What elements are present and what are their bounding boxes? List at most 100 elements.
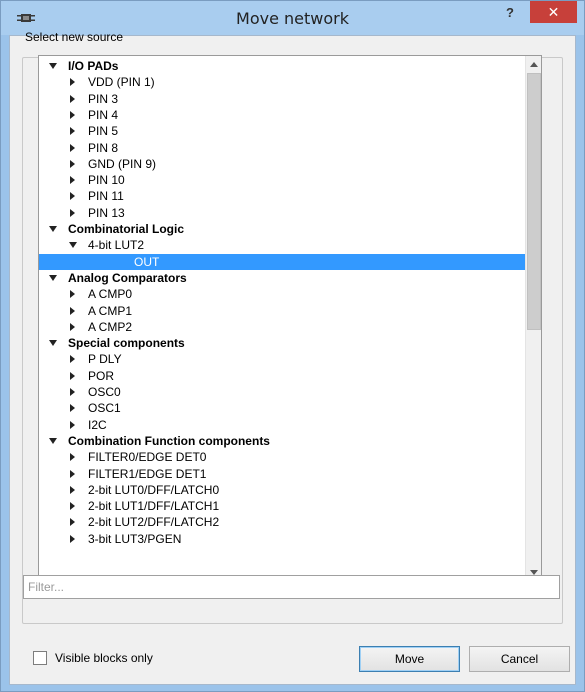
tree-item-label: Combination Function components	[68, 433, 270, 448]
collapsed-arrow-icon[interactable]	[70, 127, 75, 136]
expanded-arrow-icon[interactable]	[49, 63, 57, 69]
filter-input[interactable]	[23, 575, 560, 599]
tree-item[interactable]: 2-bit LUT1/DFF/LATCH1	[39, 498, 525, 514]
tree-item[interactable]: PIN 3	[39, 91, 525, 107]
collapsed-arrow-icon[interactable]	[70, 192, 75, 201]
tree-item-label: PIN 5	[88, 124, 119, 139]
collapsed-arrow-icon[interactable]	[70, 176, 75, 185]
tree-item[interactable]: 3-bit LUT3/PGEN	[39, 531, 525, 547]
tree-item-label: PIN 11	[88, 189, 124, 204]
tree-item-label: OSC0	[88, 385, 121, 399]
tree-item[interactable]: A CMP1	[39, 303, 525, 319]
tree-item[interactable]: FILTER0/EDGE DET0	[39, 449, 525, 465]
tree-item[interactable]: OUT	[39, 253, 525, 270]
tree-item[interactable]: POR	[39, 368, 525, 384]
collapsed-arrow-icon[interactable]	[70, 502, 75, 511]
scroll-thumb[interactable]	[527, 73, 541, 330]
collapsed-arrow-icon[interactable]	[70, 143, 75, 152]
tree-item-label: PIN 10	[88, 173, 125, 188]
tree-item[interactable]: A CMP0	[39, 286, 525, 302]
collapsed-arrow-icon[interactable]	[70, 322, 75, 331]
tree-item-label: FILTER0/EDGE DET0	[88, 450, 207, 465]
move-button[interactable]: Move	[359, 646, 460, 672]
tree-item[interactable]: OSC1	[39, 400, 525, 416]
tree-item-label: PIN 8	[88, 140, 119, 155]
tree-item[interactable]: PIN 8	[39, 140, 525, 156]
collapsed-arrow-icon[interactable]	[70, 159, 75, 168]
tree-item-label: 2-bit LUT0/DFF/LATCH0	[88, 482, 220, 497]
tree-item[interactable]: 2-bit LUT0/DFF/LATCH0	[39, 482, 525, 498]
expanded-arrow-icon[interactable]	[49, 226, 57, 232]
tree-item-label: VDD (PIN 1)	[88, 75, 155, 90]
collapsed-arrow-icon[interactable]	[70, 453, 75, 462]
tree-item[interactable]: Combination Function components	[39, 433, 525, 449]
tree-item[interactable]: OSC0	[39, 384, 525, 400]
tree-item[interactable]: I/O PADs	[39, 58, 525, 74]
tree-item[interactable]: PIN 4	[39, 107, 525, 123]
tree-item-label: FILTER1/EDGE DET1	[88, 466, 207, 481]
collapsed-arrow-icon[interactable]	[70, 306, 75, 315]
collapsed-arrow-icon[interactable]	[70, 94, 75, 103]
tree-item[interactable]: PIN 5	[39, 123, 525, 139]
scroll-up-arrow-icon[interactable]	[526, 56, 541, 73]
collapsed-arrow-icon[interactable]	[70, 420, 75, 429]
tree-item[interactable]: PIN 10	[39, 172, 525, 188]
tree-item-label: POR	[88, 368, 115, 383]
tree-item[interactable]: VDD (PIN 1)	[39, 74, 525, 90]
expanded-arrow-icon[interactable]	[49, 340, 57, 347]
tree-item[interactable]: I2C	[39, 417, 525, 433]
tree-item[interactable]: GND (PIN 9)	[39, 156, 525, 172]
group-label: Select new source	[25, 30, 124, 44]
tree-item[interactable]: PIN 11	[39, 188, 525, 204]
collapsed-arrow-icon[interactable]	[70, 469, 75, 478]
tree-item-label: PIN 13	[88, 205, 125, 220]
collapsed-arrow-icon[interactable]	[70, 534, 75, 543]
collapsed-arrow-icon[interactable]	[70, 371, 75, 380]
tree-item[interactable]: PIN 13	[39, 205, 525, 221]
tree-item-label: A CMP2	[88, 319, 133, 334]
tree-item-label: PIN 4	[88, 107, 119, 122]
expanded-arrow-icon[interactable]	[69, 242, 77, 249]
tree-item-label: 3-bit LUT3/PGEN	[88, 531, 182, 546]
tree-scrollbar[interactable]	[525, 56, 541, 581]
move-network-dialog: Move network ? ✕ Select new source I/O P…	[0, 0, 585, 692]
tree-item[interactable]: Special components	[39, 335, 525, 351]
tree-item[interactable]: P DLY	[39, 351, 525, 367]
tree-item-label: PIN 3	[88, 91, 119, 106]
tree-item-label: Analog Comparators	[68, 270, 187, 285]
tree-item-label: Combinatorial Logic	[68, 222, 185, 236]
collapsed-arrow-icon[interactable]	[70, 355, 75, 364]
collapsed-arrow-icon[interactable]	[70, 404, 75, 413]
collapsed-arrow-icon[interactable]	[70, 110, 75, 119]
tree-item-label: OSC1	[88, 401, 121, 416]
tree-item[interactable]: FILTER1/EDGE DET1	[39, 466, 525, 482]
tree-item-label: 2-bit LUT1/DFF/LATCH1	[88, 499, 220, 514]
help-button[interactable]: ?	[495, 1, 525, 25]
close-button[interactable]: ✕	[530, 1, 577, 23]
collapsed-arrow-icon[interactable]	[70, 290, 75, 299]
tree-item-label: A CMP0	[88, 287, 133, 302]
tree-item-label: I2C	[88, 417, 107, 432]
tree-item-label: I/O PADs	[68, 59, 119, 73]
source-tree[interactable]: I/O PADs VDD (PIN 1) PIN 3 PIN 4 PIN 5 PIN 8G…	[38, 55, 542, 582]
tree-item-label: 2-bit LUT2/DFF/LATCH2	[88, 515, 220, 530]
tree-item-label: GND (PIN 9)	[88, 156, 157, 171]
tree-item-label: 4-bit LUT2	[88, 238, 145, 253]
expanded-arrow-icon[interactable]	[49, 437, 57, 444]
tree-item[interactable]: Analog Comparators	[39, 270, 525, 286]
tree-item[interactable]: Combinatorial Logic	[39, 221, 525, 237]
tree-item-label: P DLY	[88, 352, 122, 367]
collapsed-arrow-icon[interactable]	[70, 485, 75, 494]
tree-item-label: OUT	[134, 254, 160, 269]
collapsed-arrow-icon[interactable]	[70, 78, 75, 87]
tree-item[interactable]: 4-bit LUT2	[39, 237, 525, 253]
cancel-button[interactable]: Cancel	[469, 646, 570, 672]
collapsed-arrow-icon[interactable]	[70, 208, 75, 217]
collapsed-arrow-icon[interactable]	[70, 388, 75, 396]
visible-blocks-checkbox[interactable]	[33, 651, 47, 665]
collapsed-arrow-icon[interactable]	[70, 518, 75, 527]
tree-item[interactable]: 2-bit LUT2/DFF/LATCH2	[39, 514, 525, 530]
expanded-arrow-icon[interactable]	[49, 274, 57, 281]
tree-item[interactable]: A CMP2	[39, 319, 525, 335]
tree-item-label: A CMP1	[88, 303, 133, 318]
